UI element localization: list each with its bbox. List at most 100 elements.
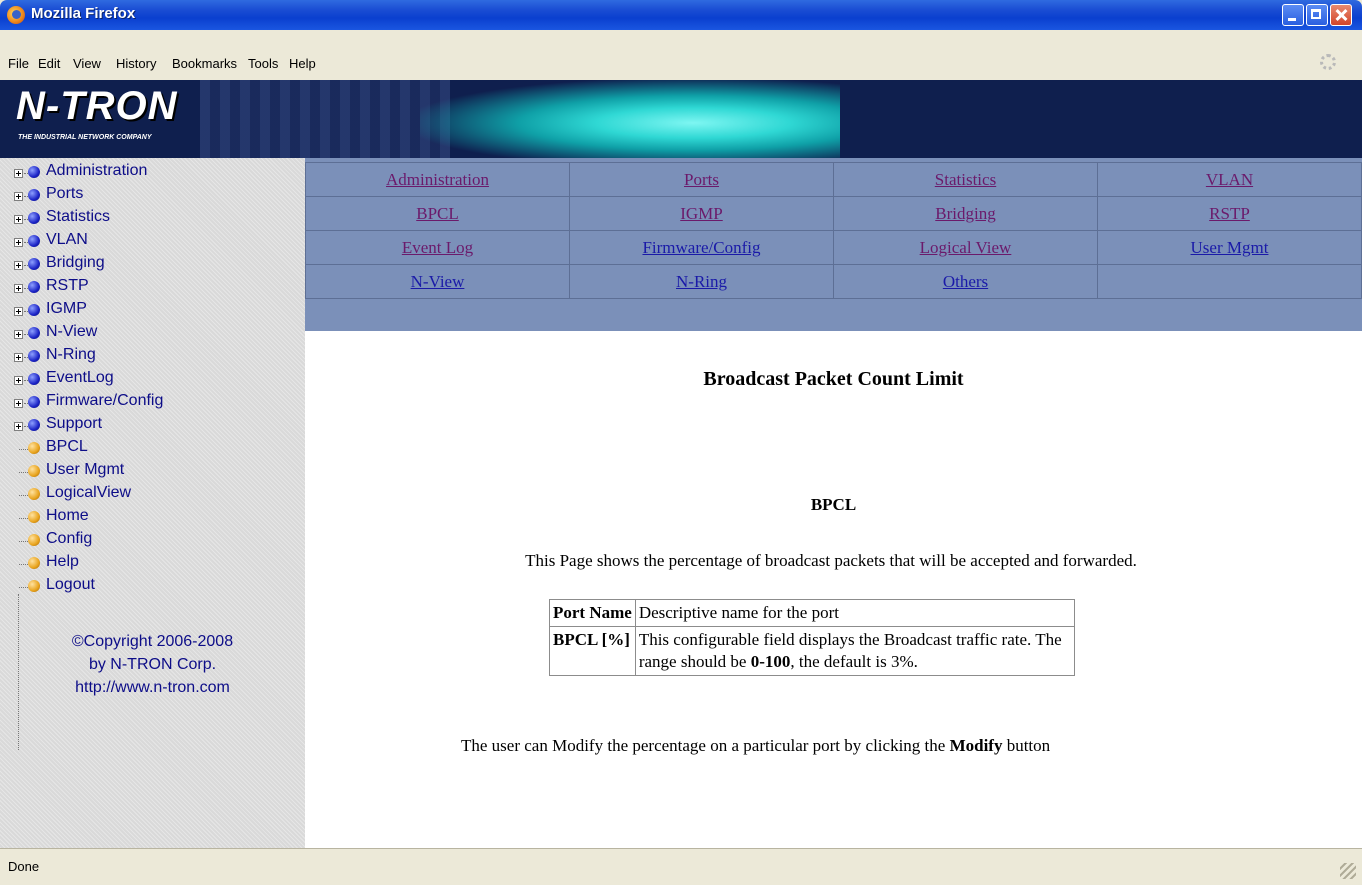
sidebar-item-label: Ports — [46, 185, 84, 202]
nav-link-logical-view[interactable]: Logical View — [920, 238, 1012, 257]
nav-link-event-log[interactable]: Event Log — [402, 238, 473, 257]
firefox-icon — [7, 6, 25, 24]
sidebar-tree: Administration Ports Statistics VLAN Bri… — [0, 158, 306, 848]
sidebar-item-label: N-Ring — [46, 346, 96, 363]
header-banner: N-TRON THE INDUSTRIAL NETWORK COMPANY — [0, 80, 1362, 158]
section-title: BPCL — [810, 495, 857, 514]
folder-bullet-icon — [28, 166, 40, 178]
expand-icon[interactable] — [14, 330, 23, 339]
copyright-line: ©Copyright 2006-2008 — [71, 633, 234, 650]
sidebar-item-label: N-View — [46, 323, 98, 340]
company-url: http://www.n-tron.com — [75, 679, 230, 696]
sidebar-item-label: Support — [46, 415, 103, 432]
nav-cell: N-View — [305, 264, 570, 299]
folder-bullet-icon — [28, 235, 40, 247]
nav-cell: VLAN — [1097, 162, 1362, 197]
nav-cell: N-Ring — [569, 264, 834, 299]
nav-cell: RSTP — [1097, 196, 1362, 231]
modify-keyword: Modify — [949, 736, 1003, 755]
expand-icon[interactable] — [14, 399, 23, 408]
folder-bullet-icon — [28, 350, 40, 362]
menu-edit[interactable]: Edit — [38, 56, 60, 71]
nav-link-ports[interactable]: Ports — [684, 170, 719, 189]
folder-bullet-icon — [28, 281, 40, 293]
menu-bookmarks[interactable]: Bookmarks — [172, 56, 237, 71]
field-description: This configurable field displays the Bro… — [634, 626, 1075, 676]
nav-cell-empty — [1097, 264, 1362, 299]
sidebar-item-label: Administration — [46, 162, 148, 179]
expand-icon[interactable] — [14, 307, 23, 316]
menu-history[interactable]: History — [116, 56, 156, 71]
page-bullet-icon — [28, 488, 40, 500]
minimize-button[interactable] — [1282, 4, 1304, 26]
window-titlebar: Mozilla Firefox — [0, 0, 1362, 30]
nav-link-rstp[interactable]: RSTP — [1209, 204, 1250, 223]
sidebar-item-label: Home — [46, 507, 89, 524]
logo-tagline: THE INDUSTRIAL NETWORK COMPANY — [18, 134, 152, 141]
nav-cell: IGMP — [569, 196, 834, 231]
nav-link-bpcl[interactable]: BPCL — [416, 204, 459, 223]
expand-icon[interactable] — [14, 215, 23, 224]
nav-link-administration[interactable]: Administration — [386, 170, 489, 189]
nav-link-bridging[interactable]: Bridging — [935, 204, 995, 223]
nav-link-firmware-config[interactable]: Firmware/Config — [642, 238, 760, 257]
folder-bullet-icon — [28, 373, 40, 385]
sidebar-item-label: RSTP — [46, 277, 89, 294]
folder-bullet-icon — [28, 212, 40, 224]
sidebar-item-label: Config — [46, 530, 93, 547]
menu-view[interactable]: View — [73, 56, 101, 71]
folder-bullet-icon — [28, 419, 40, 431]
nav-link-others[interactable]: Others — [943, 272, 988, 291]
menu-bar: File Edit View History Bookmarks Tools H… — [0, 30, 1362, 80]
page-bullet-icon — [28, 511, 40, 523]
sidebar-item-label: Help — [46, 553, 79, 570]
nav-link-igmp[interactable]: IGMP — [680, 204, 723, 223]
main-frame: Administration Ports Statistics VLAN BPC… — [305, 158, 1362, 848]
expand-icon[interactable] — [14, 422, 23, 431]
page-bullet-icon — [28, 557, 40, 569]
page-bullet-icon — [28, 534, 40, 546]
folder-bullet-icon — [28, 304, 40, 316]
folder-bullet-icon — [28, 258, 40, 270]
top-nav-grid: Administration Ports Statistics VLAN BPC… — [305, 158, 1362, 331]
status-text: Done — [8, 859, 40, 874]
page-bullet-icon — [28, 465, 40, 477]
window-title: Mozilla Firefox — [31, 5, 136, 22]
nav-cell: Administration — [305, 162, 570, 197]
field-default-text: , the default is 3%. — [790, 652, 918, 671]
resize-grip-icon[interactable] — [1340, 863, 1356, 879]
modify-note-end: button — [1002, 736, 1051, 755]
menu-tools[interactable]: Tools — [248, 56, 278, 71]
field-help-table: Port Name Descriptive name for the port … — [549, 599, 1075, 676]
nav-link-vlan[interactable]: VLAN — [1206, 170, 1253, 189]
folder-bullet-icon — [28, 327, 40, 339]
expand-icon[interactable] — [14, 238, 23, 247]
nav-link-statistics[interactable]: Statistics — [935, 170, 996, 189]
nav-cell: BPCL — [305, 196, 570, 231]
menu-help[interactable]: Help — [289, 56, 316, 71]
ntron-logo[interactable]: N-TRON THE INDUSTRIAL NETWORK COMPANY — [16, 84, 226, 148]
nav-link-n-ring[interactable]: N-Ring — [676, 272, 727, 291]
expand-icon[interactable] — [14, 376, 23, 385]
nav-table: Administration Ports Statistics VLAN BPC… — [305, 162, 1362, 299]
table-row: BPCL [%] This configurable field display… — [549, 626, 1075, 676]
expand-icon[interactable] — [14, 169, 23, 178]
close-button[interactable] — [1330, 4, 1352, 26]
expand-icon[interactable] — [14, 353, 23, 362]
expand-icon[interactable] — [14, 192, 23, 201]
expand-icon[interactable] — [14, 284, 23, 293]
modify-note: The user can Modify the percentage on a … — [461, 733, 1181, 759]
sidebar-item-label: IGMP — [46, 300, 87, 317]
nav-link-n-view[interactable]: N-View — [411, 272, 465, 291]
field-name: BPCL [%] — [549, 626, 636, 676]
page-bullet-icon — [28, 580, 40, 592]
maximize-button[interactable] — [1306, 4, 1328, 26]
nav-cell: Ports — [569, 162, 834, 197]
page-title: Broadcast Packet Count Limit — [703, 368, 964, 390]
expand-icon[interactable] — [14, 261, 23, 270]
menu-file[interactable]: File — [8, 56, 29, 71]
folder-bullet-icon — [28, 396, 40, 408]
copyright-notice: ©Copyright 2006-2008 by N-TRON Corp. htt… — [0, 630, 305, 699]
nav-cell: Bridging — [833, 196, 1098, 231]
nav-link-user-mgmt[interactable]: User Mgmt — [1191, 238, 1269, 257]
